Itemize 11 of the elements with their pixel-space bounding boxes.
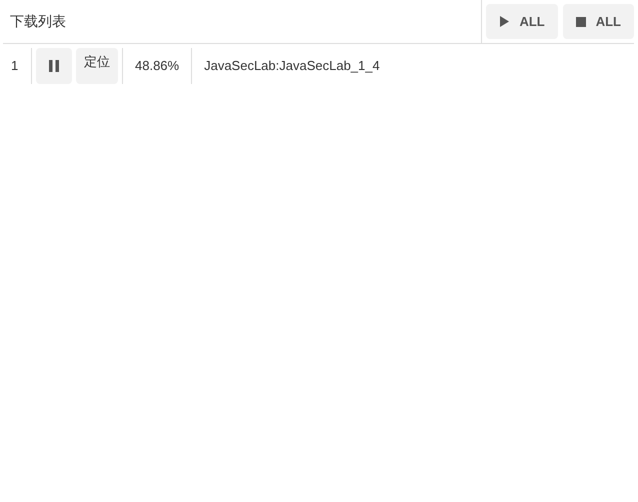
start-all-button[interactable]: ALL — [486, 4, 558, 39]
pause-icon — [49, 60, 59, 72]
stop-icon — [576, 16, 586, 26]
play-icon — [499, 16, 510, 27]
locate-button[interactable]: 定位 — [76, 48, 118, 84]
row-index: 1 — [10, 57, 20, 76]
stop-all-button[interactable]: ALL — [562, 4, 634, 39]
panel-title: 下载列表 — [9, 12, 66, 31]
pause-button[interactable] — [36, 48, 72, 84]
progress-text: 48.86% — [122, 48, 192, 84]
download-name: JavaSecLab:JavaSecLab_1_4 — [191, 48, 392, 84]
